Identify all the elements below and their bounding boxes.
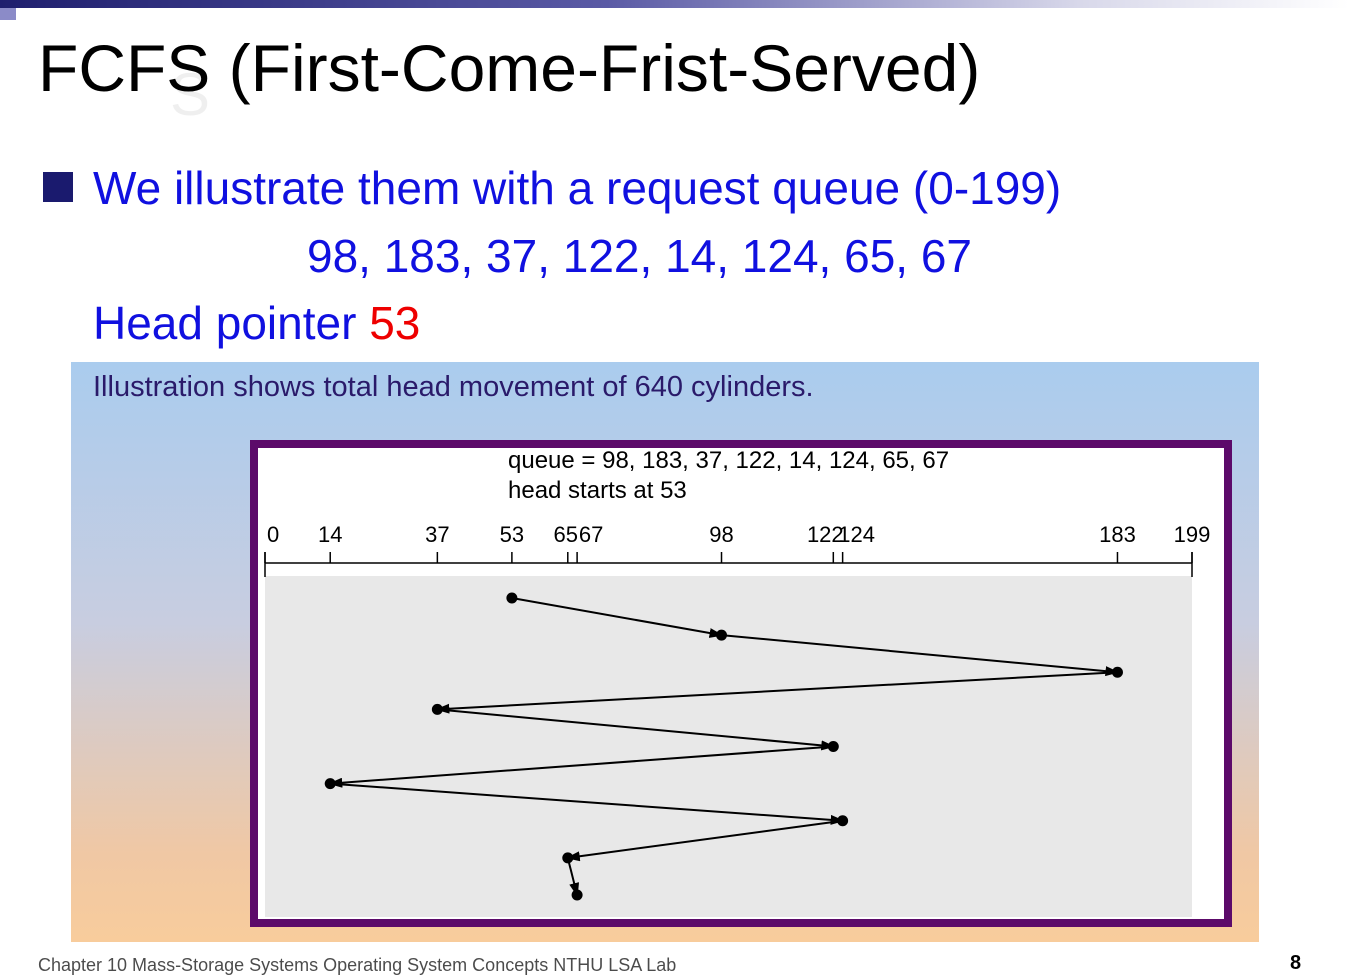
axis-tick-label: 124 [838, 522, 875, 547]
request-point [716, 629, 728, 641]
head-start-label: head starts at 53 [508, 477, 687, 504]
axis-tick-label: 0 [267, 522, 279, 547]
axis-tick-label: 14 [318, 522, 342, 547]
request-point [562, 852, 574, 864]
axis-tick-label: 53 [500, 522, 524, 547]
request-point [431, 703, 443, 715]
axis-tick-label: 183 [1099, 522, 1136, 547]
request-point [324, 778, 336, 790]
fcfs-head-movement-diagram: queue = 98, 183, 37, 122, 14, 124, 65, 6… [264, 447, 1211, 917]
footer-text: Chapter 10 Mass-Storage Systems Operatin… [38, 955, 677, 975]
request-point [571, 889, 583, 901]
request-point [1111, 666, 1123, 678]
request-point [827, 741, 839, 752]
request-point [837, 815, 849, 827]
request-point [506, 592, 518, 604]
axis-tick-label: 65 [554, 522, 578, 547]
queue-label: queue = 98, 183, 37, 122, 14, 124, 65, 6… [508, 447, 949, 474]
axis-tick-label: 37 [425, 522, 449, 547]
page-number: 8 [1290, 952, 1302, 974]
axis-tick-label: 98 [709, 522, 733, 547]
axis-tick-label: 67 [579, 522, 603, 547]
axis-tick-label: 199 [1174, 522, 1211, 547]
plot-area [265, 576, 1192, 917]
